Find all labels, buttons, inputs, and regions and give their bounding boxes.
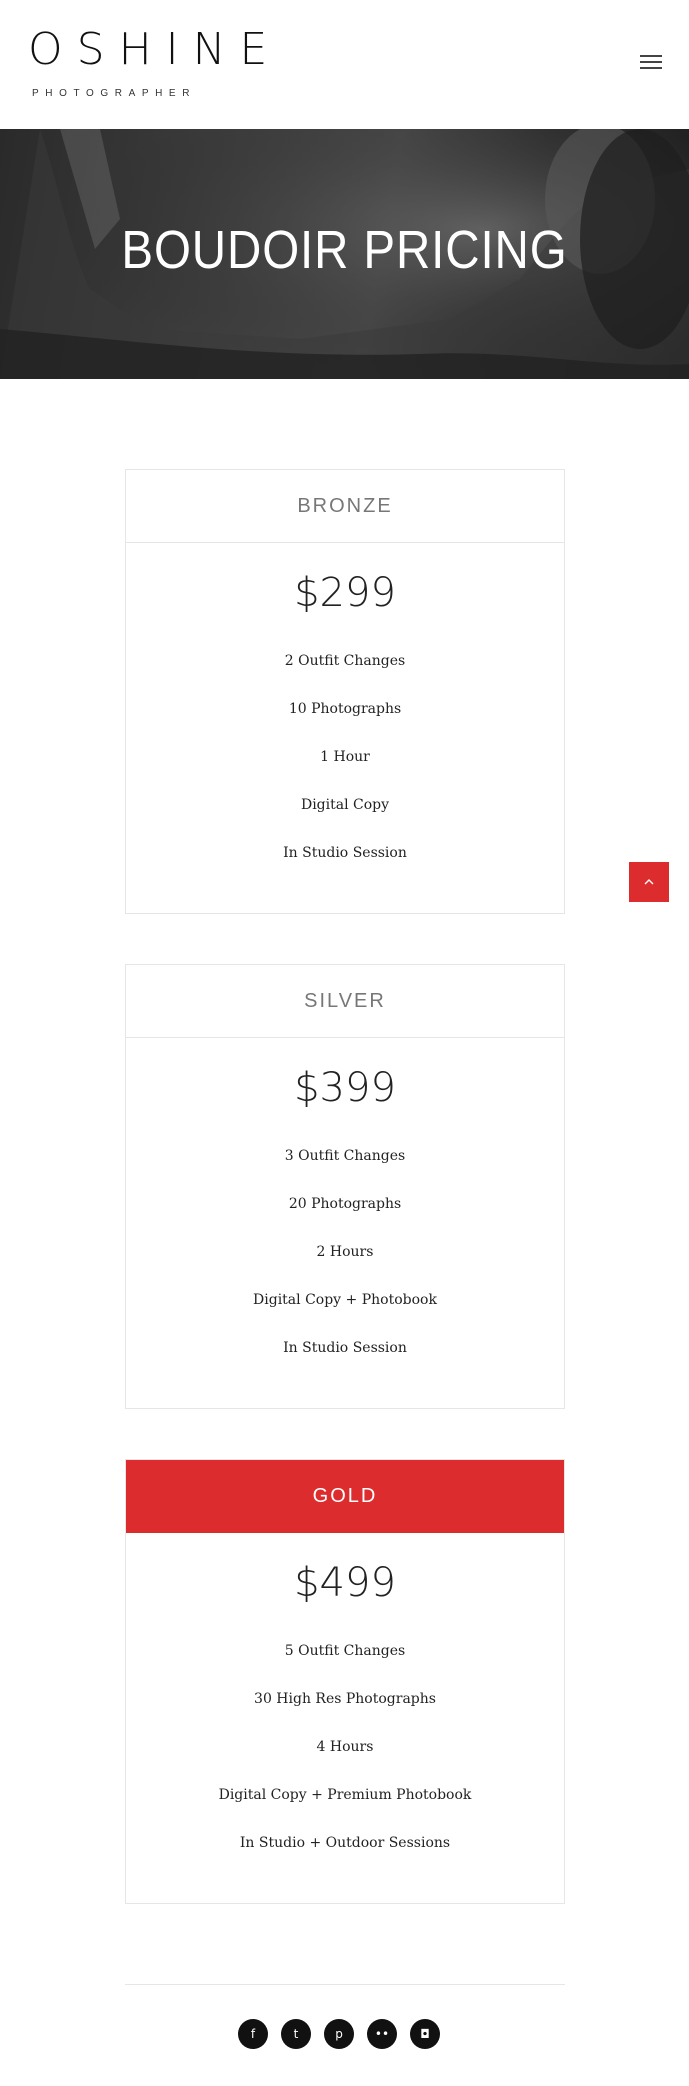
feature-item: 30 High Res Photographs: [254, 1691, 436, 1707]
instagram-icon[interactable]: ◘: [410, 2019, 440, 2049]
pricing-card-silver: SILVER $399 3 Outfit Changes 20 Photogra…: [125, 964, 565, 1409]
feature-item: 2 Hours: [316, 1244, 374, 1260]
back-to-top-button[interactable]: [629, 862, 669, 902]
flickr-icon[interactable]: ••: [367, 2019, 397, 2049]
footer-divider: [125, 1984, 565, 1985]
hamburger-icon[interactable]: [640, 55, 662, 71]
pinterest-icon[interactable]: p: [324, 2019, 354, 2049]
logo-subtitle: PHOTOGRAPHER: [32, 88, 197, 99]
chevron-up-icon: [644, 879, 654, 885]
feature-list: 2 Outfit Changes 10 Photographs 1 Hour D…: [126, 651, 564, 913]
feature-item: 10 Photographs: [288, 701, 402, 717]
feature-item: Digital Copy + Photobook: [253, 1292, 437, 1308]
plan-price: $399: [294, 1065, 396, 1111]
plan-name: BRONZE: [126, 470, 564, 543]
page-title: BOUDOIR PRICING: [121, 220, 568, 280]
plan-price: $299: [294, 570, 396, 616]
feature-item: In Studio Session: [283, 845, 407, 861]
feature-item: 5 Outfit Changes: [284, 1643, 406, 1659]
plan-price: $499: [294, 1560, 396, 1606]
pricing-card-gold: GOLD $499 5 Outfit Changes 30 High Res P…: [125, 1459, 565, 1904]
twitter-icon[interactable]: t: [281, 2019, 311, 2049]
hero-banner: BOUDOIR PRICING: [0, 129, 689, 379]
logo-title[interactable]: OSHINE: [28, 22, 281, 78]
feature-list: 3 Outfit Changes 20 Photographs 2 Hours …: [126, 1146, 564, 1408]
feature-item: 1 Hour: [320, 749, 370, 765]
feature-item: 20 Photographs: [288, 1196, 402, 1212]
plan-name: GOLD: [126, 1460, 564, 1533]
pricing-card-bronze: BRONZE $299 2 Outfit Changes 10 Photogra…: [125, 469, 565, 914]
feature-item: Digital Copy: [300, 797, 390, 813]
feature-item: 2 Outfit Changes: [284, 653, 406, 669]
facebook-icon[interactable]: f: [238, 2019, 268, 2049]
feature-item: Digital Copy + Premium Photobook: [218, 1787, 472, 1803]
feature-item: 3 Outfit Changes: [284, 1148, 406, 1164]
site-header: OSHINE PHOTOGRAPHER: [0, 0, 689, 129]
feature-item: In Studio Session: [283, 1340, 407, 1356]
plan-name: SILVER: [126, 965, 564, 1038]
feature-item: In Studio + Outdoor Sessions: [239, 1835, 451, 1851]
feature-item: 4 Hours: [316, 1739, 374, 1755]
feature-list: 5 Outfit Changes 30 High Res Photographs…: [126, 1641, 564, 1903]
